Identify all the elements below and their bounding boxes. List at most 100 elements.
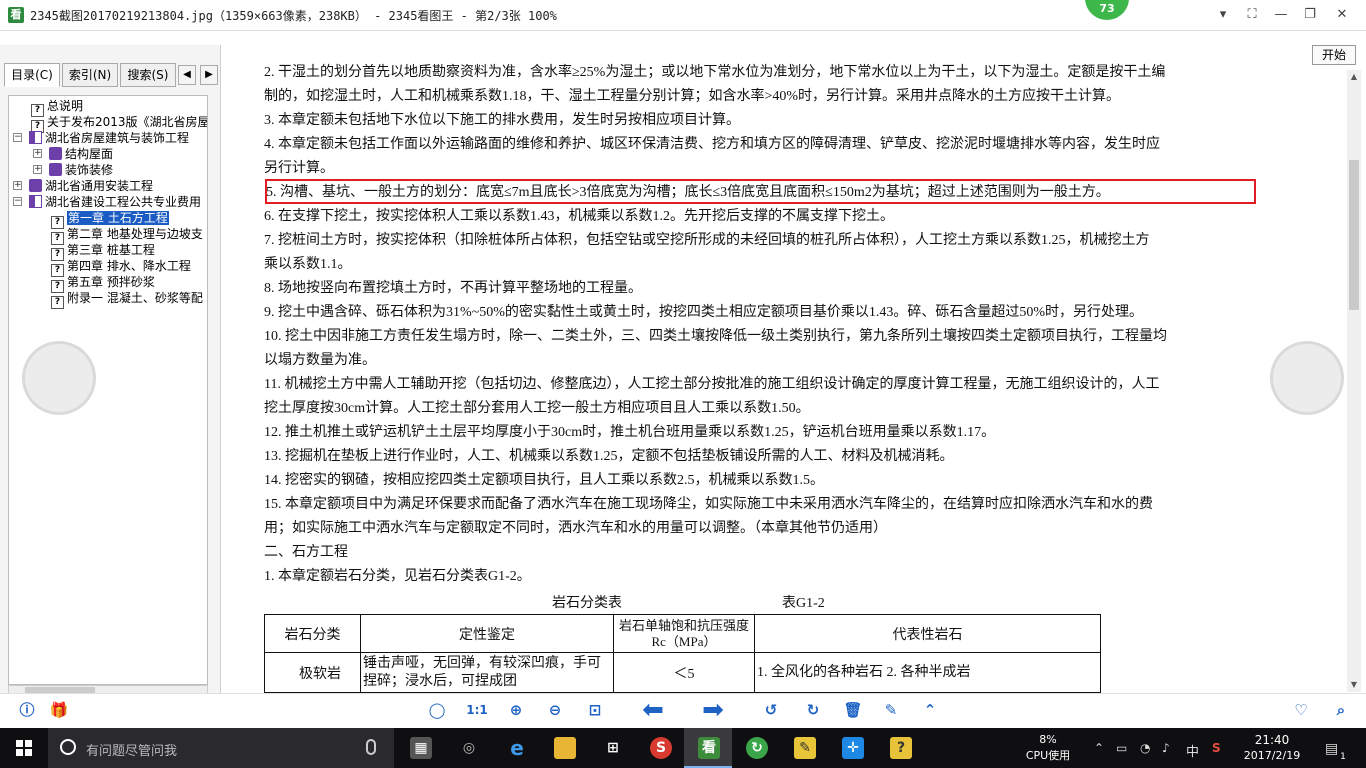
next-arrow-icon[interactable]: ➡	[696, 697, 730, 723]
doc-line: 9. 挖土中遇含碎、砾石体积为31%~50%的密实黏性土或黄土时，按挖四类土相应…	[264, 305, 1144, 320]
tree-item-selected[interactable]: ? 第一章 土石方工程	[51, 210, 169, 229]
microphone-icon[interactable]	[366, 739, 376, 755]
network-device-icon[interactable]: ▭	[1116, 741, 1127, 755]
tree-item[interactable]: ? 第三章 桩基工程	[51, 242, 155, 261]
collapse-icon[interactable]: −	[13, 133, 22, 142]
favorite-icon[interactable]: ♡	[1290, 699, 1312, 721]
tab-scroll-left-icon[interactable]: ◀	[178, 65, 196, 85]
collapse-icon[interactable]: −	[13, 197, 22, 206]
expand-icon[interactable]: +	[13, 181, 22, 190]
tree-item[interactable]: 湖北省通用安装工程	[29, 178, 153, 194]
doc-line: 14. 挖密实的钢碴，按相应挖四类土定额项目执行，且人工乘以系数2.5，机械乘以…	[264, 473, 824, 488]
tree-item[interactable]: 结构屋面	[49, 146, 113, 162]
taskbar-app-viewer-2345[interactable]: 看	[684, 728, 732, 768]
windows-taskbar: 有问题尽管问我 ▦ ◎ e ⊞ S 看 ↻ ✎ ✛ ? 8% CPU使用 ⌃ ▭…	[0, 728, 1366, 768]
notification-count: 1	[1340, 752, 1346, 762]
more-up-icon[interactable]: ⌃	[919, 699, 941, 721]
app-tile-icon: ▦	[410, 737, 432, 759]
clock-date[interactable]: 2017/2/19	[1236, 749, 1308, 763]
window-title: 2345截图20170219213804.jpg（1359×663像素，238K…	[30, 9, 557, 23]
score-badge[interactable]: 73	[1085, 0, 1129, 20]
doc-line: 乘以系数1.1。	[264, 257, 352, 272]
sogou-icon: S	[650, 737, 672, 759]
tree-item[interactable]: 湖北省建设工程公共专业费用	[29, 194, 201, 210]
tree-item[interactable]: 装饰装修	[49, 162, 113, 178]
taskbar-app-help[interactable]: ?	[876, 728, 924, 768]
tree-item[interactable]: ? 第五章 预拌砂浆	[51, 274, 155, 293]
browser-2345-icon: ◎	[462, 740, 476, 756]
tab-index[interactable]: 索引(N)	[62, 63, 118, 87]
cpu-label: CPU使用	[1025, 749, 1071, 762]
table-title: 岩石分类表	[552, 596, 622, 611]
doc-line: 用；如实际施工中洒水汽车与定额取定不同时，洒水汽车和水的用量可以调整。（本章其他…	[264, 521, 887, 536]
notes-icon: ✎	[794, 737, 816, 759]
expand-icon[interactable]: +	[33, 165, 42, 174]
taskbar-app-notes[interactable]: ✎	[780, 728, 828, 768]
tree-item[interactable]: ? 总说明	[31, 98, 83, 117]
volume-icon[interactable]: ♪	[1162, 741, 1170, 755]
tree-item[interactable]: ? 第二章 地基处理与边坡支	[51, 226, 203, 245]
clock-time[interactable]: 21:40	[1240, 733, 1304, 747]
previous-image-button[interactable]: ❮	[22, 341, 96, 415]
doc-line: 1. 本章定额岩石分类，见岩石分类表G1-2。	[264, 569, 531, 584]
mouse-mode-icon[interactable]: ◯	[426, 699, 448, 721]
tab-scroll-right-icon[interactable]: ▶	[200, 65, 218, 85]
cortana-search-box[interactable]: 有问题尽管问我	[48, 728, 394, 768]
rock-classification-table: 岩石分类 定性鉴定 岩石单轴饱和抗压强度Rc（MPa） 代表性岩石 极软岩 锤击…	[264, 614, 1101, 693]
table-cell: 1. 全风化的各种岩石 2. 各种半成岩	[754, 652, 1101, 693]
doc-line: 12. 推土机推土或铲运机铲土土层平均厚度小于30cm时，推土机台班用量乘以系数…	[264, 425, 996, 440]
tree-item[interactable]: 湖北省房屋建筑与装饰工程	[29, 130, 189, 146]
info-icon[interactable]: ⓘ	[16, 699, 38, 721]
content-vertical-scrollbar[interactable]: ▲ ▼	[1347, 70, 1361, 692]
title-bar: 看 2345截图20170219213804.jpg（1359×663像素，23…	[0, 0, 1366, 31]
tab-contents[interactable]: 目录(C)	[4, 63, 60, 87]
taskbar-app-blue[interactable]: ✛	[828, 728, 876, 768]
expand-icon[interactable]: +	[33, 149, 42, 158]
windows-start-button[interactable]	[0, 728, 48, 768]
cortana-icon	[60, 739, 76, 755]
taskbar-app-sogou[interactable]: S	[636, 728, 684, 768]
fullscreen-icon[interactable]: ⛶	[1241, 5, 1263, 25]
scrollbar-thumb[interactable]	[1349, 160, 1359, 310]
refresh-app-icon: ↻	[746, 737, 768, 759]
sogou-ime-icon[interactable]: S	[1212, 741, 1221, 755]
tab-search[interactable]: 搜索(S)	[120, 63, 176, 87]
scroll-down-icon[interactable]: ▼	[1347, 678, 1361, 692]
help-app-icon: ?	[890, 737, 912, 759]
help-doc-icon: ?	[51, 296, 64, 309]
tree-item[interactable]: ? 附录一 混凝土、砂浆等配	[51, 290, 203, 309]
next-image-button[interactable]: ❯	[1270, 341, 1344, 415]
tree-item[interactable]: ? 关于发布2013版《湖北省房屋	[31, 114, 207, 133]
show-hidden-icons[interactable]: ⌃	[1094, 741, 1104, 755]
zoom-out-icon[interactable]: ⊖	[544, 699, 566, 721]
tree-item[interactable]: ? 第四章 排水、降水工程	[51, 258, 191, 277]
input-method-indicator[interactable]: 中	[1186, 741, 1199, 760]
doc-line: 挖土厚度按30cm计算。人工挖土部分套用人工挖一般土方相应项目且人工乘以系数1.…	[264, 401, 810, 416]
edit-icon[interactable]: ✎	[880, 699, 902, 721]
rotate-left-icon[interactable]: ↺	[760, 699, 782, 721]
notification-center-icon[interactable]: ▤	[1325, 741, 1338, 757]
menu-dropdown-icon[interactable]: ▾	[1212, 5, 1234, 25]
previous-arrow-icon[interactable]: ⬅	[636, 697, 670, 723]
minimize-button[interactable]: —	[1270, 5, 1292, 25]
actual-size-icon[interactable]: 1:1	[466, 699, 488, 721]
zoom-in-icon[interactable]: ⊕	[505, 699, 527, 721]
close-button[interactable]: ✕	[1331, 5, 1353, 25]
delete-icon[interactable]: 🗑	[842, 699, 864, 721]
scroll-up-icon[interactable]: ▲	[1347, 70, 1361, 84]
windows-logo-icon	[16, 740, 32, 756]
taskbar-app-green[interactable]: ↻	[732, 728, 780, 768]
fit-window-icon[interactable]: ⊡	[584, 699, 606, 721]
table-header: 定性鉴定	[360, 614, 614, 653]
gift-icon[interactable]: 🎁	[48, 699, 70, 721]
taskbar-app-tiles[interactable]: ▦	[396, 728, 444, 768]
taskbar-app-browser-2345[interactable]: ◎	[444, 728, 492, 768]
start-button[interactable]: 开始	[1312, 45, 1356, 65]
rotate-right-icon[interactable]: ↻	[802, 699, 824, 721]
restore-button[interactable]: ❐	[1299, 5, 1321, 25]
taskbar-app-explorer[interactable]	[540, 728, 588, 768]
image-search-icon[interactable]: ⌕	[1330, 699, 1352, 721]
taskbar-app-store[interactable]: ⊞	[588, 728, 636, 768]
wifi-icon[interactable]: ◔	[1140, 741, 1150, 755]
taskbar-app-edge[interactable]: e	[492, 728, 540, 768]
